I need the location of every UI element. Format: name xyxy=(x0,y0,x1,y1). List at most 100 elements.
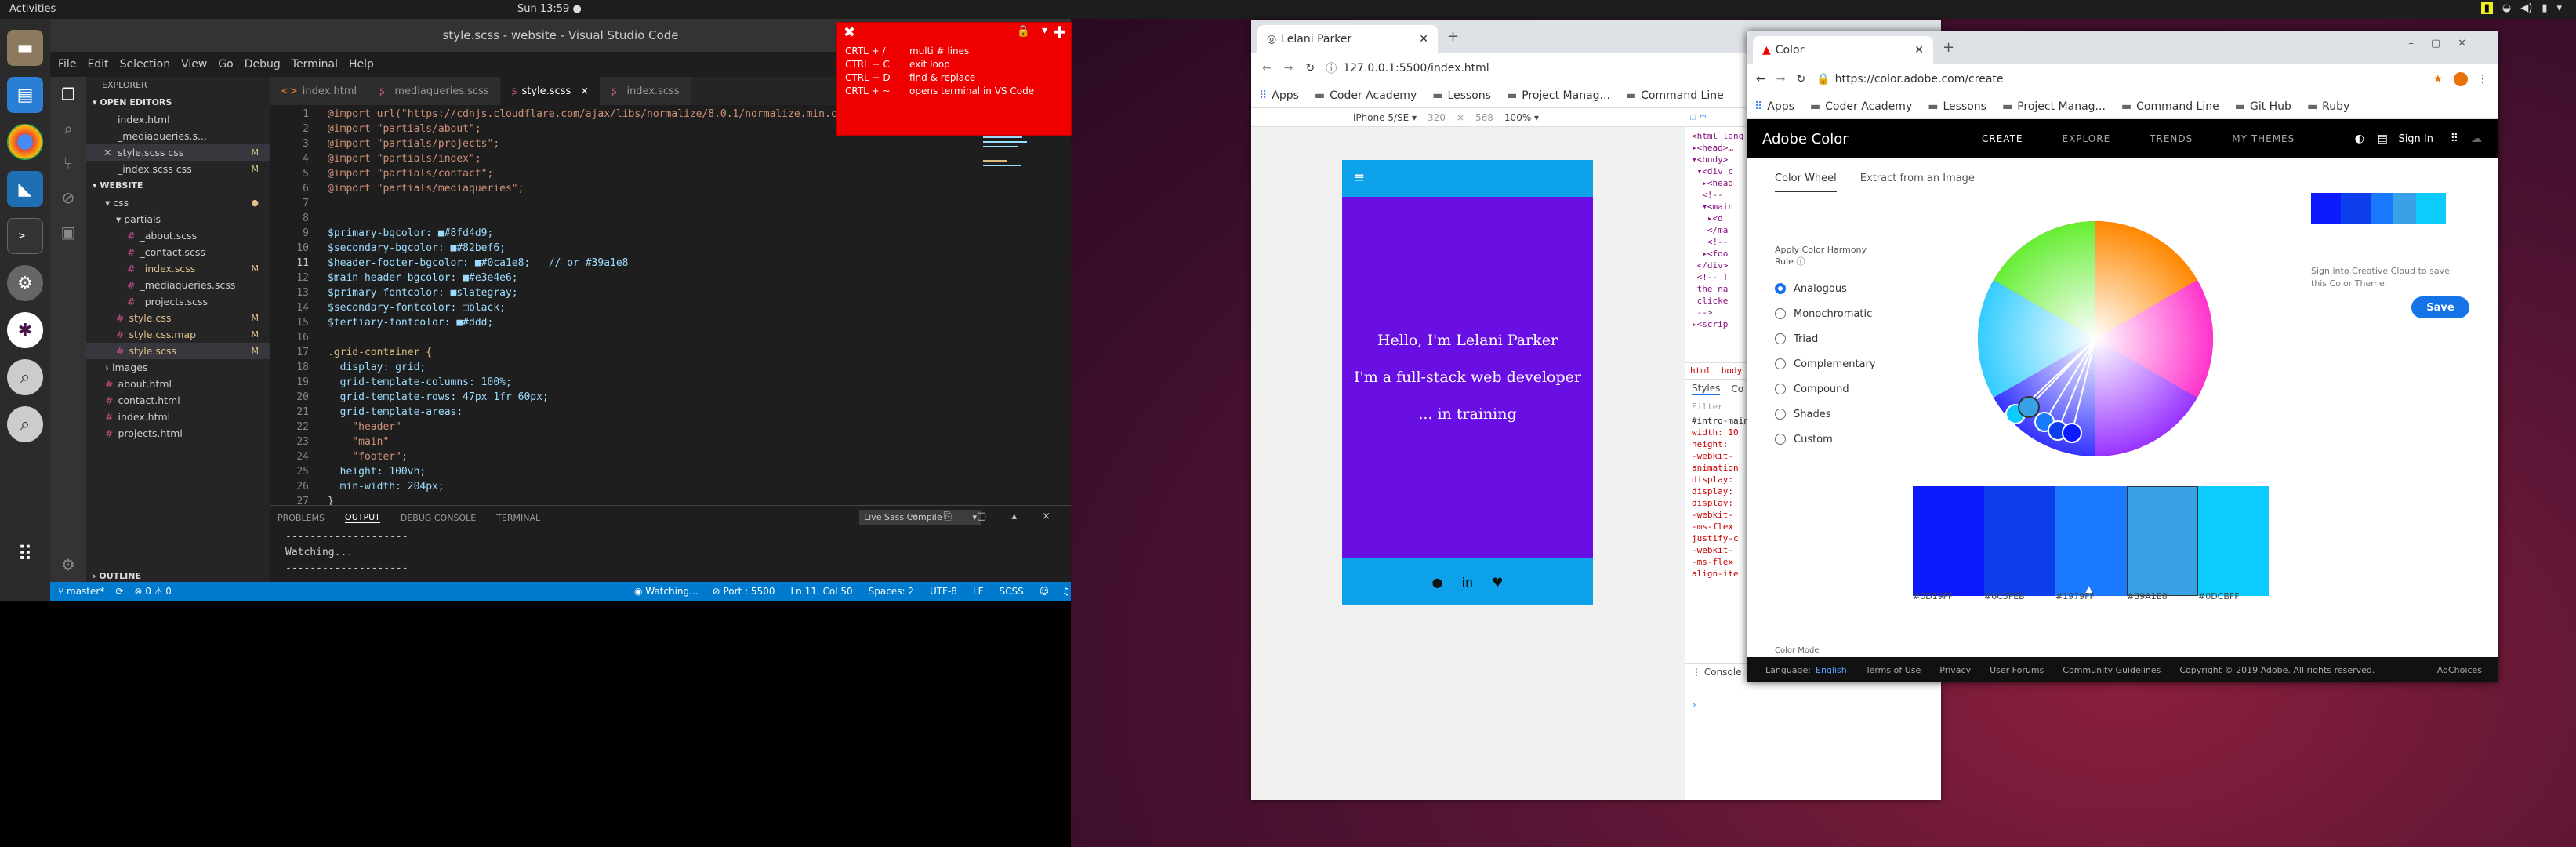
search-icon[interactable]: ⌕ xyxy=(7,359,43,395)
problems-status[interactable]: ⊗ 0 ⚠ 0 xyxy=(134,586,172,597)
hamburger-icon[interactable]: ≡ xyxy=(1342,160,1593,197)
console-prompt[interactable]: › xyxy=(1692,700,1697,710)
close-icon[interactable]: ✖ xyxy=(844,24,855,41)
file-item[interactable]: # about.html xyxy=(86,376,270,392)
nav-create[interactable]: CREATE xyxy=(1982,133,2023,144)
bookmark-folder[interactable]: ▬ Project Manag... xyxy=(1507,89,1610,102)
file-item[interactable]: # style.css.map M xyxy=(86,326,270,343)
sign-in-link[interactable]: Sign In xyxy=(2398,133,2433,145)
theme-toggle-icon[interactable]: ◐ xyxy=(2355,133,2364,145)
radio-icon[interactable] xyxy=(1775,384,1786,394)
file-item[interactable]: # style.css M xyxy=(86,310,270,326)
device-select[interactable]: iPhone 5/SE ▾ xyxy=(1353,112,1417,123)
bookmark-folder[interactable]: ▬ Git Hub xyxy=(2235,100,2291,113)
reload-icon[interactable]: ↻ xyxy=(1796,73,1805,85)
bell-icon[interactable]: ♫ xyxy=(1061,586,1070,597)
back-icon[interactable]: ← xyxy=(1262,62,1272,75)
folder-item[interactable]: ▾ css ● xyxy=(86,194,270,211)
zoom-select[interactable]: 100% ▾ xyxy=(1504,112,1539,123)
twitter-icon[interactable]: ♥ xyxy=(1492,575,1503,590)
show-apps-icon[interactable]: ⠿ xyxy=(7,536,43,573)
hex-code[interactable]: #1979FF xyxy=(2055,591,2127,602)
tab-mediaqueries[interactable]: ʂ _mediaqueries.scss xyxy=(368,77,501,105)
manage-gear-icon[interactable]: ⚙ xyxy=(50,547,86,582)
apps-grid-icon[interactable]: ⠿ xyxy=(2451,133,2458,145)
menu-selection[interactable]: Selection xyxy=(120,58,171,71)
cursor-position[interactable]: Ln 11, Col 50 xyxy=(790,586,852,597)
slack-icon[interactable]: ✱ xyxy=(7,312,43,348)
panel-tab-output[interactable]: OUTPUT xyxy=(345,512,380,523)
footer-link[interactable]: AdChoices xyxy=(2437,665,2482,675)
tab-color[interactable]: ▲ Color ✕ xyxy=(1753,36,1933,64)
avatar[interactable] xyxy=(2454,72,2468,86)
menu-debug[interactable]: Debug xyxy=(245,58,281,71)
save-button[interactable]: Save xyxy=(2411,296,2469,318)
folder-item[interactable]: ▾ partials xyxy=(86,211,270,227)
tab-index-scss[interactable]: ʂ _index.scss xyxy=(600,77,691,105)
hex-code[interactable]: #0D19FF xyxy=(1913,591,1984,602)
menu-help[interactable]: Help xyxy=(349,58,374,71)
clock[interactable]: Sun 13:59 ● xyxy=(517,3,582,15)
radio-icon[interactable] xyxy=(1775,283,1786,294)
file-item[interactable]: # _about.scss xyxy=(86,227,270,244)
tab-styles[interactable]: Styles xyxy=(1692,383,1721,395)
menu-terminal[interactable]: Terminal xyxy=(292,58,338,71)
menu-file[interactable]: File xyxy=(58,58,76,71)
github-icon[interactable]: ● xyxy=(1432,575,1443,590)
nav-trends[interactable]: TRENDS xyxy=(2150,133,2193,144)
open-editor-item[interactable]: index.html xyxy=(86,111,270,128)
files-icon[interactable]: ▬ xyxy=(7,30,43,66)
close-icon[interactable]: ✕ xyxy=(103,144,111,161)
sync-icon[interactable]: ⟳ xyxy=(115,586,123,597)
hex-code[interactable]: #39A1E8 xyxy=(2127,591,2198,602)
harmony-rule-option[interactable]: Triad xyxy=(1775,326,1876,351)
footer-link[interactable]: English xyxy=(1816,665,1847,675)
search-icon[interactable]: ⌕ xyxy=(50,111,86,146)
feedback-icon[interactable]: ☺ xyxy=(1039,586,1050,597)
bookmark-folder[interactable]: ▬ Coder Academy xyxy=(1810,100,1912,113)
harmony-rule-option[interactable]: Complementary xyxy=(1775,351,1876,376)
star-icon[interactable]: ★ xyxy=(2433,73,2443,85)
harmony-rule-option[interactable]: Monochromatic xyxy=(1775,301,1876,326)
terminal-icon[interactable]: >_ xyxy=(7,218,43,254)
bookmark-folder[interactable]: ▬ Project Manag... xyxy=(2002,100,2106,113)
harmony-rule-option[interactable]: Shades xyxy=(1775,402,1876,427)
url-bar[interactable]: https://color.adobe.com/create xyxy=(1835,73,2004,85)
footer-link[interactable]: Privacy xyxy=(1939,665,1971,675)
system-tray[interactable]: ▮ ◒ ◀) ▮ ▾ xyxy=(2480,2,2562,14)
color-swatch[interactable] xyxy=(1984,486,2055,596)
radio-icon[interactable] xyxy=(1775,434,1786,445)
indent-status[interactable]: Spaces: 2 xyxy=(869,586,914,597)
activities-button[interactable]: Activities xyxy=(9,3,56,15)
file-item[interactable]: # _index.scss M xyxy=(86,260,270,277)
menu-view[interactable]: View xyxy=(181,58,207,71)
color-wheel[interactable] xyxy=(1970,213,2221,464)
apps-bookmark[interactable]: ⠿ Apps xyxy=(1754,100,1794,113)
panel-tab-terminal[interactable]: TERMINAL xyxy=(496,513,540,523)
radio-icon[interactable] xyxy=(1775,358,1786,369)
footer-link[interactable]: Terms of Use xyxy=(1866,665,1921,675)
tab-color-wheel[interactable]: Color Wheel xyxy=(1775,173,1837,192)
bookmark-folder[interactable]: ▬ Lessons xyxy=(1928,100,1986,113)
open-editors-header[interactable]: ▾ OPEN EDITORS xyxy=(86,94,270,111)
close-icon[interactable]: × xyxy=(580,85,589,97)
close-icon[interactable]: ✕ xyxy=(1419,33,1428,45)
new-tab-icon[interactable]: + xyxy=(1943,39,1954,56)
device-height[interactable]: 568 xyxy=(1475,112,1493,123)
bookmark-folder[interactable]: ▬ Lessons xyxy=(1432,89,1491,102)
nav-explore[interactable]: EXPLORE xyxy=(2063,133,2111,144)
bookmark-folder[interactable]: ▬ Command Line xyxy=(1626,89,1724,102)
chevron-down-icon[interactable]: ▾ xyxy=(2556,2,2562,14)
file-item[interactable]: # _projects.scss xyxy=(86,293,270,310)
footer-link[interactable]: User Forums xyxy=(1990,665,2044,675)
window-controls[interactable]: –▢✕ xyxy=(2408,38,2483,49)
color-swatch[interactable]: ▲ xyxy=(2055,486,2127,596)
open-editor-item[interactable]: _index.scss css M xyxy=(86,161,270,177)
language-status[interactable]: SCSS xyxy=(1000,586,1024,597)
bookmark-folder[interactable]: ▬ Coder Academy xyxy=(1315,89,1417,102)
add-icon[interactable]: ✚ xyxy=(1053,23,1066,42)
forward-icon[interactable]: → xyxy=(1284,62,1293,75)
explorer-icon[interactable]: ❐ xyxy=(50,77,86,111)
bookmark-folder[interactable]: ▬ Ruby xyxy=(2307,100,2349,113)
search2-icon[interactable]: ⌕ xyxy=(7,406,43,442)
